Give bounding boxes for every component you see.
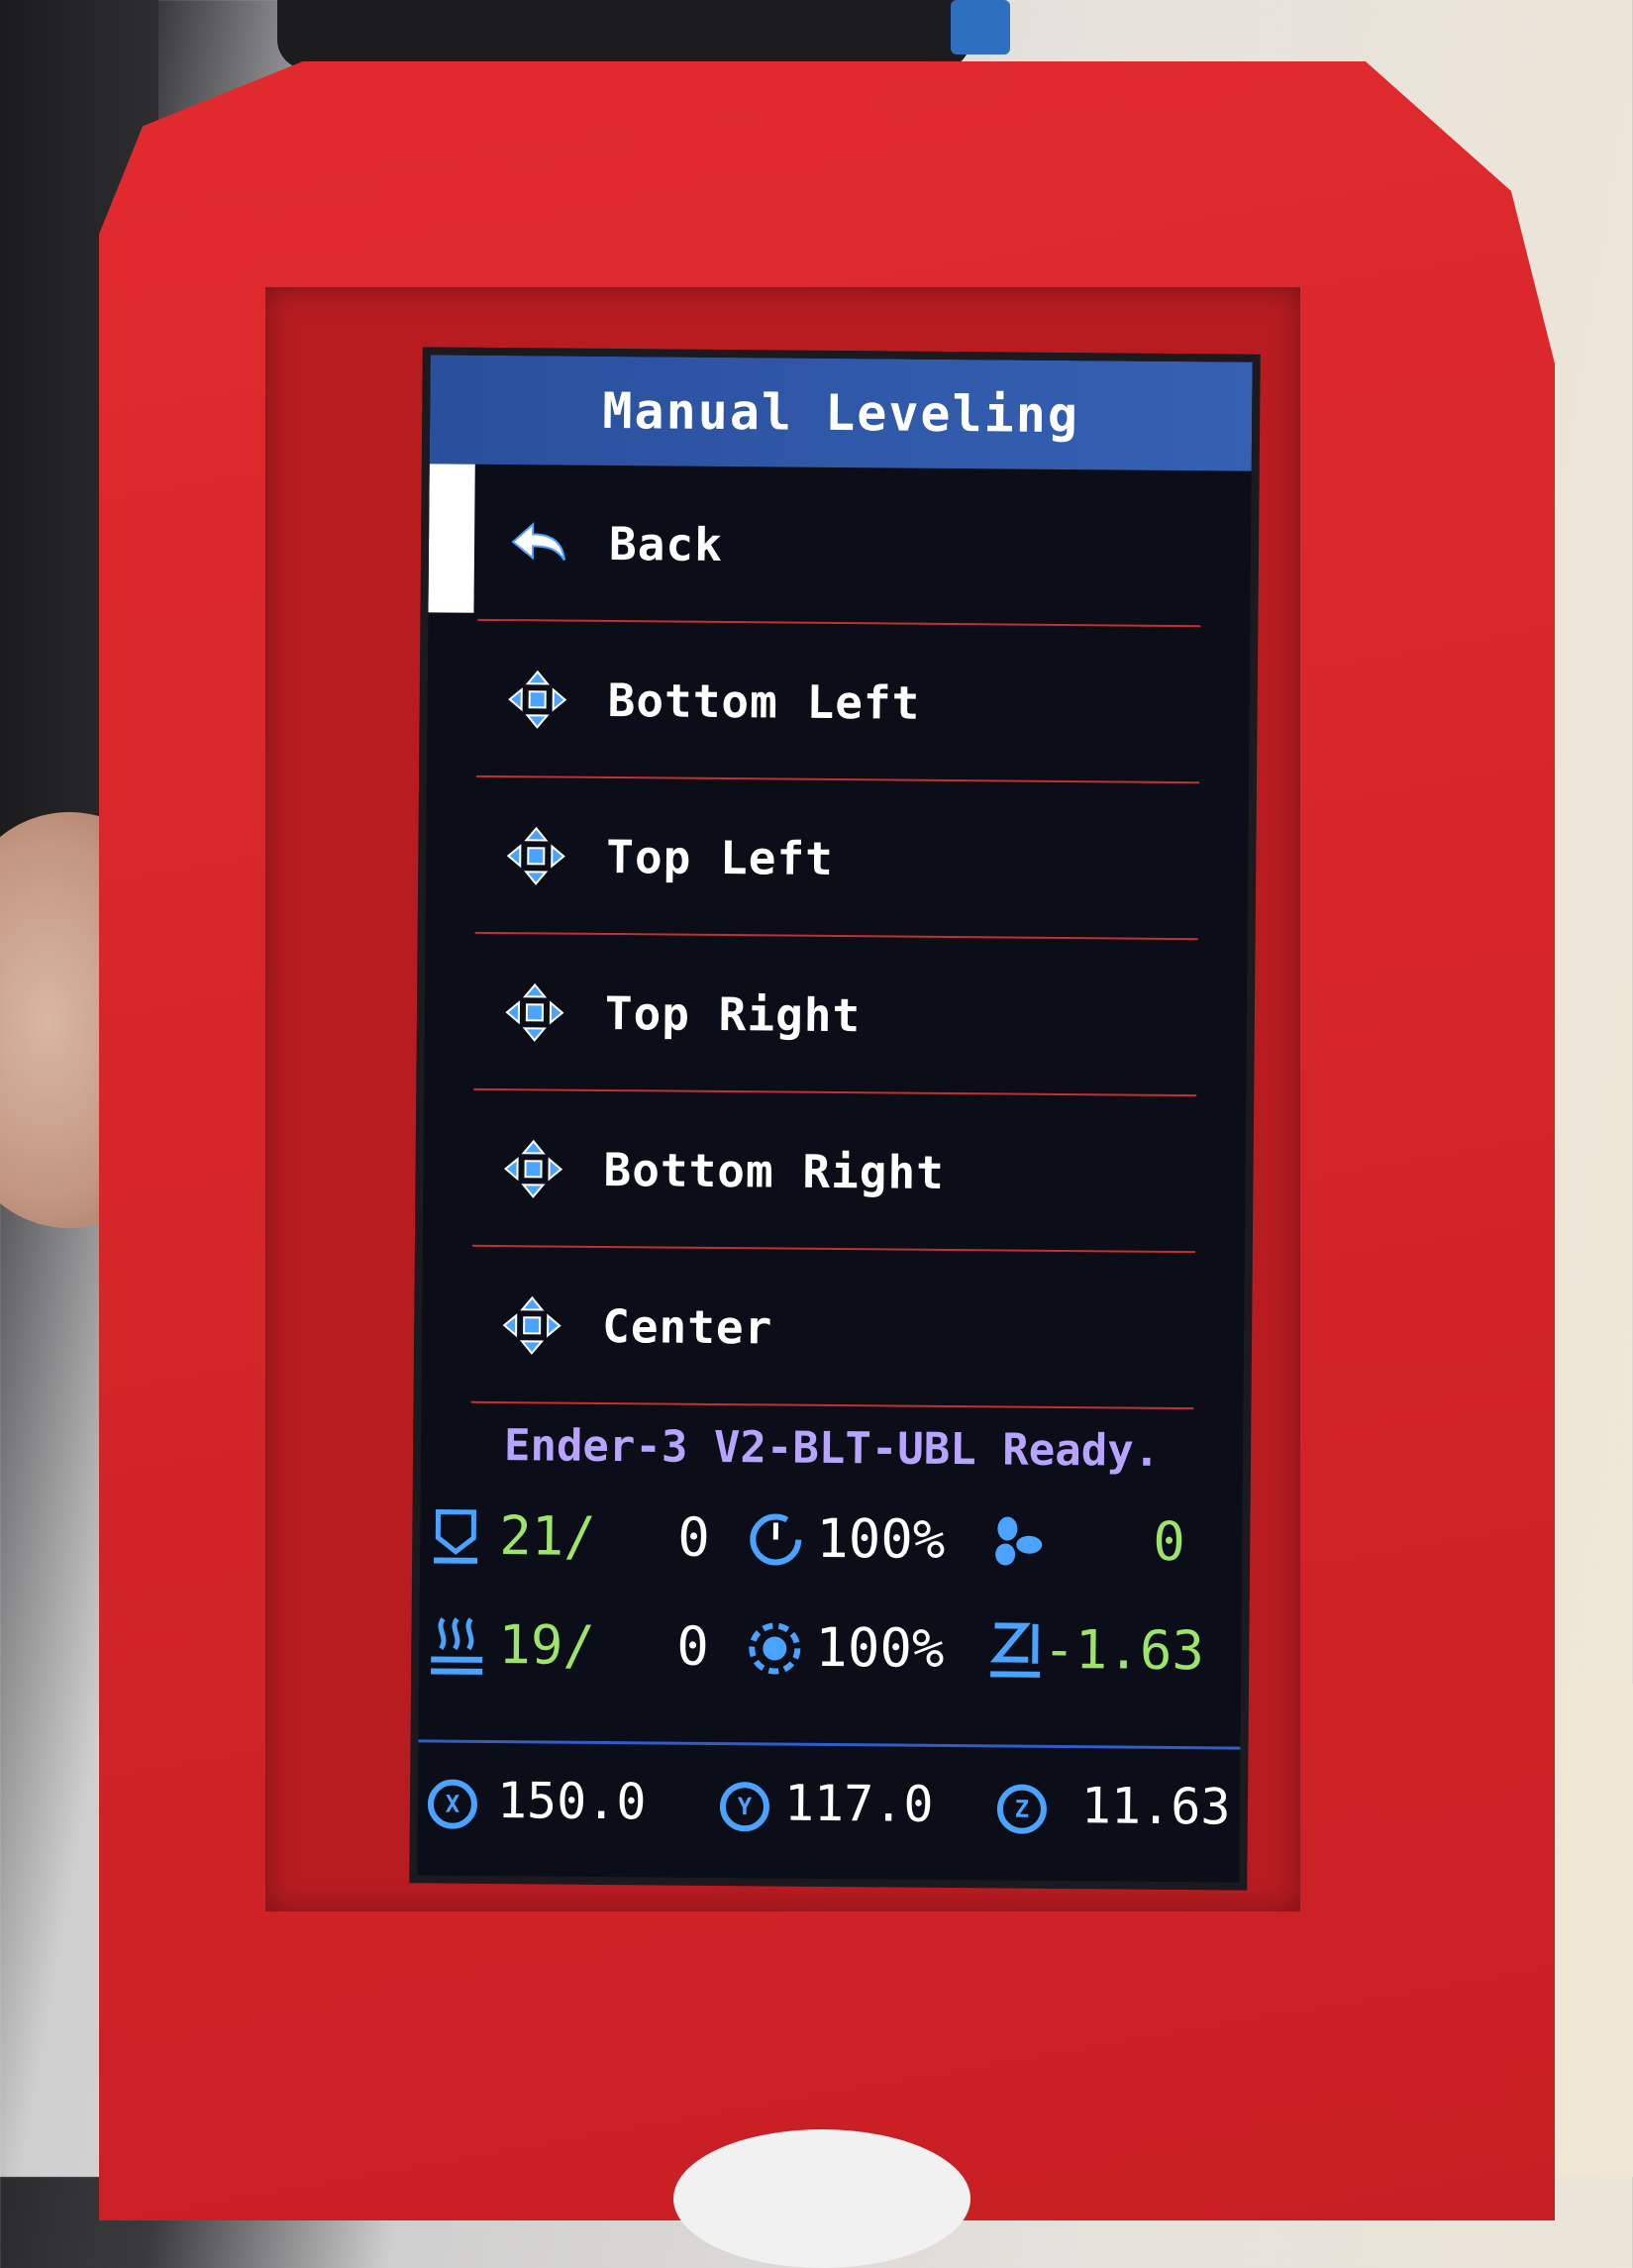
move-icon bbox=[504, 981, 566, 1044]
bed-current-temp: 19/ bbox=[498, 1613, 595, 1677]
fan-icon bbox=[989, 1514, 1046, 1583]
z-position-value: 11.63 bbox=[1081, 1777, 1231, 1835]
z-axis-icon: Z bbox=[997, 1784, 1047, 1833]
move-icon bbox=[502, 1138, 564, 1200]
menu-item-label: Top Left bbox=[606, 830, 834, 885]
menu-item-label: Back bbox=[609, 517, 723, 571]
menu-item-top-left[interactable]: Top Left bbox=[426, 776, 1249, 940]
menu-list: Back Bottom Left Top Left Top Right bbox=[421, 464, 1251, 1409]
hotend-target-temp: 0 bbox=[677, 1506, 710, 1569]
status-row-1: 21/ 0 100% 0 bbox=[420, 1503, 1243, 1590]
page-title: Manual Leveling bbox=[430, 355, 1253, 470]
move-icon bbox=[506, 669, 568, 731]
menu-item-label: Bottom Right bbox=[603, 1143, 945, 1199]
menu-divider bbox=[470, 1401, 1193, 1409]
position-row: X 150.0 Y 117.0 Z 11.63 bbox=[418, 1771, 1241, 1857]
menu-item-center[interactable]: Center bbox=[421, 1246, 1244, 1409]
move-icon bbox=[501, 1294, 563, 1357]
x-position-value: 150.0 bbox=[497, 1772, 647, 1830]
status-message: Ender-3 V2-BLT-UBL Ready. bbox=[421, 1419, 1243, 1477]
bed-target-temp: 0 bbox=[676, 1615, 709, 1678]
y-position-value: 117.0 bbox=[784, 1775, 934, 1833]
extruder-flow-icon bbox=[746, 1619, 804, 1691]
flow-value: 100% bbox=[815, 1616, 945, 1680]
background-blue-clip bbox=[951, 0, 1010, 54]
bed-heat-icon bbox=[429, 1614, 485, 1689]
background-paper bbox=[1564, 1684, 1633, 2177]
feedrate-value: 100% bbox=[816, 1507, 946, 1571]
move-icon bbox=[505, 825, 567, 887]
menu-item-back[interactable]: Back bbox=[428, 464, 1251, 627]
menu-item-label: Center bbox=[602, 1299, 773, 1355]
menu-item-bottom-left[interactable]: Bottom Left bbox=[427, 620, 1250, 783]
hotend-icon bbox=[430, 1507, 482, 1580]
status-divider bbox=[418, 1739, 1240, 1749]
y-axis-icon: Y bbox=[720, 1782, 769, 1831]
status-row-2: 19/ 0 100% -1.63 bbox=[419, 1612, 1242, 1699]
menu-item-label: Bottom Left bbox=[607, 673, 920, 730]
back-arrow-icon bbox=[508, 512, 570, 574]
fan-speed-value: 0 bbox=[1153, 1510, 1185, 1573]
rotary-knob[interactable] bbox=[673, 2129, 970, 2268]
selection-indicator bbox=[428, 464, 474, 612]
hotend-current-temp: 21/ bbox=[499, 1504, 596, 1568]
background-printer-part bbox=[277, 0, 970, 69]
z-offset-value: -1.63 bbox=[1043, 1618, 1204, 1682]
menu-item-label: Top Right bbox=[605, 986, 862, 1042]
menu-item-top-right[interactable]: Top Right bbox=[424, 933, 1247, 1096]
lcd-screen: Manual Leveling Back Bottom Left Top Lef… bbox=[417, 355, 1252, 1882]
menu-item-bottom-right[interactable]: Bottom Right bbox=[423, 1089, 1246, 1253]
speed-gauge-icon bbox=[747, 1510, 805, 1582]
z-offset-icon bbox=[988, 1619, 1043, 1694]
x-axis-icon: X bbox=[428, 1779, 477, 1828]
